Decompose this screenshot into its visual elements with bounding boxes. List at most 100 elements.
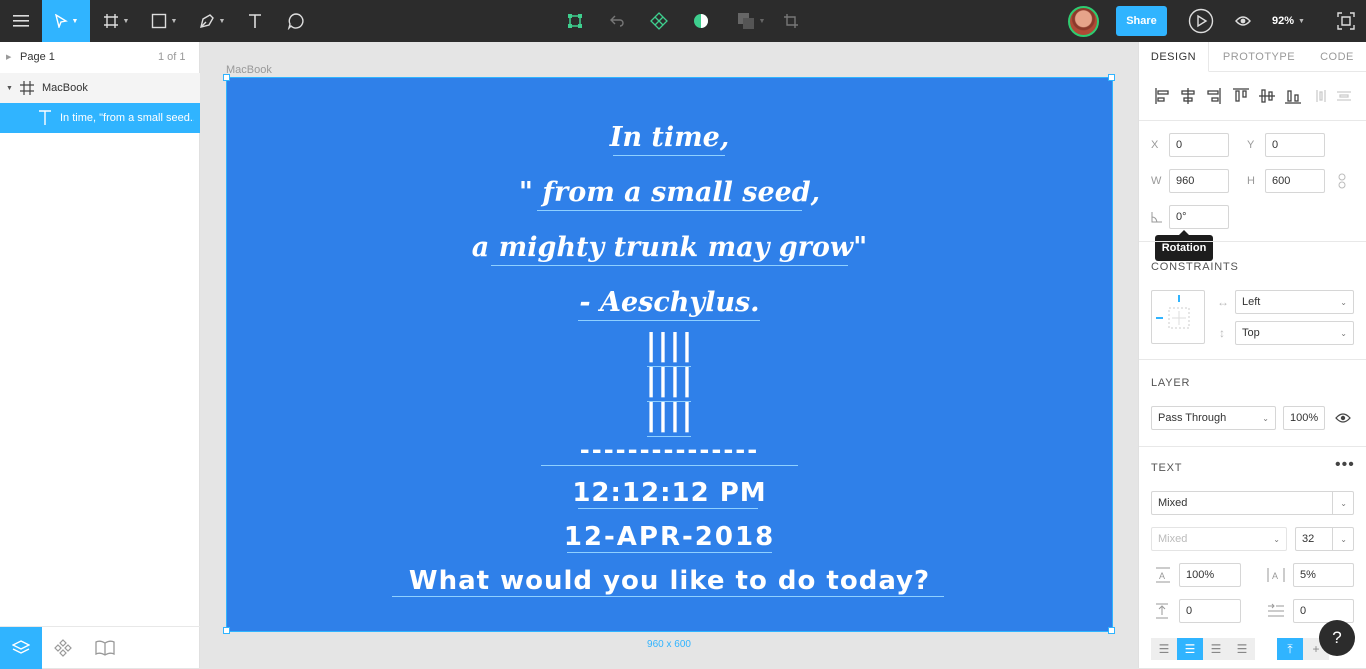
library-tab-icon[interactable] [84,627,126,669]
tab-design[interactable]: DESIGN [1139,42,1209,72]
help-button[interactable]: ? [1319,620,1355,656]
svg-text:A: A [1159,571,1165,581]
font-family-value: Mixed [1158,497,1188,509]
text-align-center-icon[interactable]: ☰ [1177,638,1203,660]
text-tool-icon[interactable] [242,0,268,42]
page-selector[interactable]: ▶ Page 1 1 of 1 [0,42,200,72]
quote-line-1: In time, [609,122,730,153]
layer-frame-macbook[interactable]: ▼ MacBook [0,73,200,103]
frame-layer-label: MacBook [42,82,88,94]
frame-label[interactable]: MacBook [226,64,272,76]
svg-text:A: A [1272,571,1278,581]
rotation-tooltip: Rotation [1155,230,1213,261]
resize-handle[interactable] [1108,74,1115,81]
instance-icon[interactable] [647,0,671,42]
h-input[interactable]: 600 [1265,169,1325,193]
horizontal-constraint-icon: ↔ [1217,295,1229,309]
layer-text[interactable]: In time, "from a small seed... [0,103,200,133]
undo-icon[interactable] [605,0,629,42]
font-size-select[interactable]: 32 ⌄ [1295,527,1354,551]
shape-tool-button[interactable]: ▼ [144,0,184,42]
visibility-eye-icon[interactable] [1335,412,1351,424]
constraints-widget[interactable] [1151,290,1205,344]
font-weight-value: Mixed [1158,533,1188,545]
more-options-icon[interactable]: ••• [1335,456,1355,474]
rotation-input[interactable]: 0° [1169,205,1229,229]
layers-tab-icon[interactable] [0,627,42,669]
zoom-label: 92% [1272,15,1295,27]
y-input[interactable]: 0 [1265,133,1325,157]
component-icon[interactable] [563,0,587,42]
frame-tool-button[interactable]: ▼ [96,0,136,42]
horizontal-constraint-select[interactable]: Left ⌄ [1235,290,1354,314]
quote-line-2: " from a small seed, [518,177,821,208]
line-height-input[interactable]: 100% [1179,563,1241,587]
properties-panel: DESIGN PROTOTYPE CODE X 0 Y 0 W 960 H 60… [1138,42,1366,668]
paragraph-spacing-input[interactable]: 0 [1179,599,1241,623]
y-label: Y [1247,139,1255,151]
top-toolbar: ▼ ▼ ▼ ▼ ▼ Share 92% ▼ [0,0,1366,42]
canvas[interactable]: MacBook In time, " from a small seed, a … [200,42,1138,668]
page-count: 1 of 1 [158,51,186,63]
crop-icon[interactable] [779,0,803,42]
resize-handle[interactable] [223,627,230,634]
vertical-constraint-value: Top [1242,327,1260,339]
pen-tool-button[interactable]: ▼ [192,0,232,42]
chevron-down-icon: ⌄ [1340,297,1347,307]
layer-title: LAYER [1151,377,1191,389]
share-button[interactable]: Share [1116,6,1167,36]
time-text: 12:12:12 PM [572,478,767,508]
chevron-right-icon: ▶ [6,54,12,61]
macbook-frame[interactable]: In time, " from a small seed, a mighty t… [223,74,1115,634]
dashes-line: --------------- [579,436,760,464]
constrain-proportions-icon[interactable] [1337,173,1347,189]
shape-tool-icon [151,13,166,29]
frame-icon [20,81,34,95]
x-input[interactable]: 0 [1169,133,1229,157]
menu-icon[interactable] [0,0,42,42]
vertical-align-top-icon[interactable]: ⤒ [1277,638,1303,660]
comment-tool-icon[interactable] [282,0,310,42]
text-align-left-icon[interactable]: ☰ [1151,638,1177,660]
frame-tool-icon [103,14,118,28]
text-align-justify-icon[interactable]: ☰ [1229,638,1255,660]
fullscreen-icon[interactable] [1334,0,1358,42]
date-text: 12-APR-2018 [563,522,776,552]
components-tab-icon[interactable] [42,627,84,669]
constraints-title: CONSTRAINTS [1151,261,1239,273]
resize-handle[interactable] [1108,627,1115,634]
font-family-select[interactable]: Mixed ⌄ [1151,491,1354,515]
resize-handle[interactable] [223,74,230,81]
letter-spacing-icon: A [1267,568,1285,582]
text-title: TEXT [1151,462,1183,474]
avatar[interactable] [1068,6,1099,37]
frame-size-label: 960 x 600 [647,639,691,650]
vertical-constraint-icon: ↕ [1219,326,1225,340]
chevron-down-icon: ⌄ [1273,534,1280,544]
font-size-value: 32 [1302,533,1315,545]
letter-spacing-input[interactable]: 5% [1293,563,1354,587]
paragraph-indent-input[interactable]: 0 [1293,599,1354,623]
contrast-icon[interactable] [689,0,713,42]
font-weight-select[interactable]: Mixed ⌄ [1151,527,1287,551]
text-layer-icon [39,110,51,125]
chevron-down-icon: ⌄ [1262,413,1269,423]
play-icon[interactable] [1186,0,1216,42]
view-icon[interactable] [1232,0,1254,42]
tab-prototype[interactable]: PROTOTYPE [1211,42,1307,72]
paragraph-spacing-icon [1156,603,1168,619]
boolean-button[interactable]: ▼ [731,0,771,42]
zoom-dropdown[interactable]: 92% ▼ [1272,0,1305,42]
line-height-icon: A [1156,567,1170,583]
vertical-constraint-select[interactable]: Top ⌄ [1235,321,1354,345]
text-align-right-icon[interactable]: ☰ [1203,638,1229,660]
layers-panel: ▶ Page 1 1 of 1 ▼ MacBook In time, "from… [0,42,200,669]
w-input[interactable]: 960 [1169,169,1229,193]
blend-mode-select[interactable]: Pass Through ⌄ [1151,406,1276,430]
move-tool-button[interactable]: ▼ [42,0,90,42]
alignment-toolbar[interactable] [1155,88,1355,104]
pen-tool-icon [199,14,214,28]
opacity-input[interactable]: 100% [1283,406,1325,430]
tab-code[interactable]: CODE [1311,42,1363,72]
chevron-down-icon: ⌄ [1340,498,1347,508]
